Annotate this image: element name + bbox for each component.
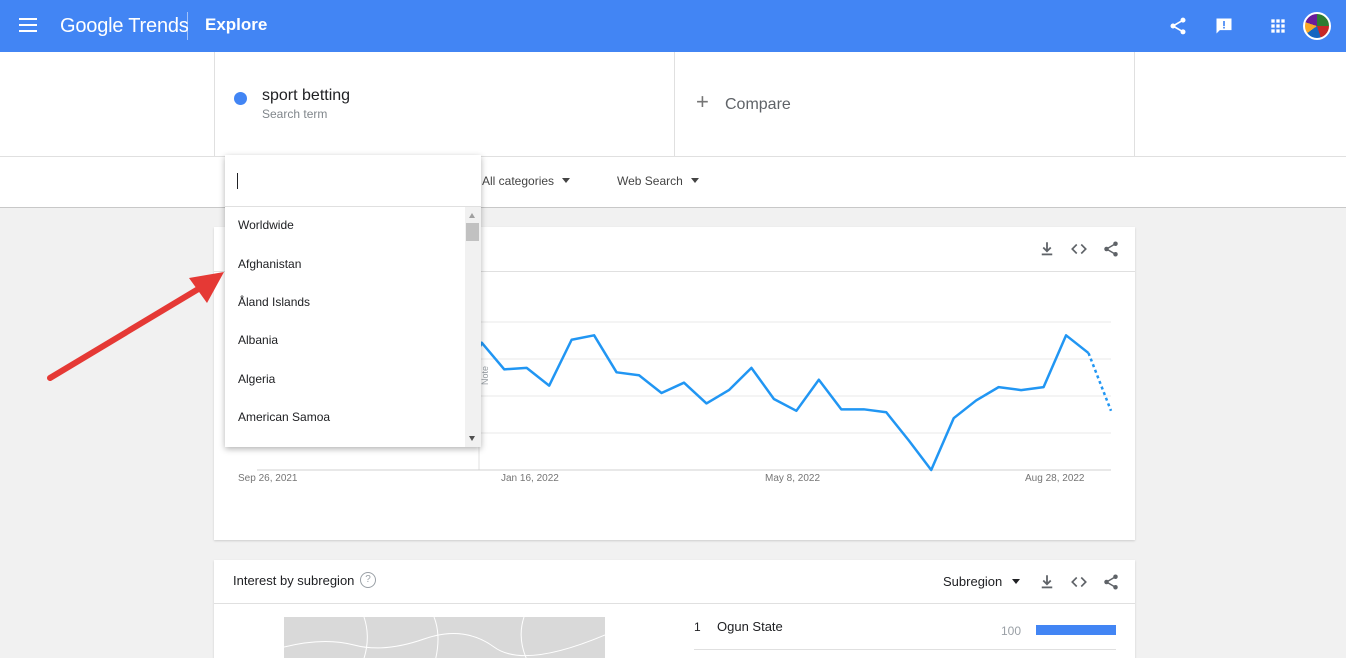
- partial-data-line: [1087, 352, 1113, 412]
- search-term-card[interactable]: sport betting Search term: [214, 52, 675, 156]
- x-tick-label: Jan 16, 2022: [501, 473, 559, 484]
- search-term-name[interactable]: sport betting: [262, 87, 350, 105]
- compare-button[interactable]: + Compare: [675, 52, 1135, 156]
- resolution-select[interactable]: Subregion: [943, 574, 1021, 589]
- caret-down-icon: [562, 178, 571, 183]
- location-options-list: Worldwide Afghanistan Åland Islands Alba…: [225, 207, 465, 447]
- google-trends-logo[interactable]: Google Trends: [60, 15, 189, 38]
- x-tick-label: Sep 26, 2021: [238, 473, 298, 484]
- embed-icon[interactable]: [1070, 573, 1088, 591]
- share-icon[interactable]: [1102, 573, 1120, 591]
- apps-icon[interactable]: [1268, 16, 1288, 36]
- search-terms-bar: sport betting Search term + Compare: [0, 52, 1346, 156]
- location-option[interactable]: Algeria: [238, 369, 458, 389]
- location-option[interactable]: Worldwide: [238, 215, 458, 235]
- table-row[interactable]: 1 Ogun State 100: [694, 617, 1116, 650]
- category-filter-label: All categories: [482, 174, 555, 188]
- search-property-filter[interactable]: Web Search: [617, 174, 699, 188]
- avatar[interactable]: [1303, 12, 1331, 40]
- scrollbar[interactable]: [465, 207, 481, 447]
- resolution-label: Subregion: [943, 574, 1003, 589]
- region-map[interactable]: [284, 617, 605, 658]
- compare-label: Compare: [725, 96, 791, 113]
- share-icon[interactable]: [1102, 240, 1120, 258]
- search-term-sublabel: Search term: [262, 107, 328, 121]
- location-option[interactable]: Afghanistan: [238, 254, 458, 274]
- card-title: Interest by subregion: [233, 573, 355, 588]
- page-title: Explore: [205, 15, 268, 34]
- download-icon[interactable]: [1038, 240, 1056, 258]
- feedback-icon[interactable]: [1214, 16, 1234, 36]
- app-bar: Google Trends Explore: [0, 0, 1346, 52]
- value-bar: [1036, 625, 1116, 635]
- location-option[interactable]: American Samoa: [238, 407, 458, 427]
- scroll-down-icon[interactable]: [469, 436, 475, 441]
- term-color-dot: [234, 92, 247, 105]
- plus-icon: +: [696, 89, 709, 114]
- note-label[interactable]: Note: [480, 366, 490, 385]
- location-dropdown: Worldwide Afghanistan Åland Islands Alba…: [225, 155, 481, 447]
- caret-down-icon: [690, 178, 699, 183]
- help-icon[interactable]: ?: [360, 572, 376, 588]
- text-cursor: [237, 173, 238, 189]
- scrollbar-thumb[interactable]: [466, 223, 479, 241]
- rank-number: 1: [694, 620, 701, 634]
- caret-down-icon: [1012, 579, 1021, 584]
- download-icon[interactable]: [1038, 573, 1056, 591]
- card-header: Interest by subregion ? Subregion: [214, 560, 1135, 604]
- x-tick-label: May 8, 2022: [765, 473, 821, 484]
- location-search-input[interactable]: [225, 155, 481, 207]
- map-shapes: [284, 617, 605, 658]
- menu-icon[interactable]: [19, 18, 37, 32]
- location-option[interactable]: Åland Islands: [238, 292, 458, 312]
- x-tick-label: Aug 28, 2022: [1025, 473, 1085, 484]
- interest-by-subregion-card: Interest by subregion ? Subregion 1 Ogun…: [214, 560, 1135, 658]
- embed-icon[interactable]: [1070, 240, 1088, 258]
- filters-bar: All categories Web Search: [0, 156, 1346, 208]
- region-name: Ogun State: [717, 619, 783, 634]
- category-filter[interactable]: All categories: [482, 174, 571, 188]
- share-icon[interactable]: [1168, 16, 1188, 36]
- location-option[interactable]: Albania: [238, 330, 458, 350]
- search-property-label: Web Search: [617, 174, 683, 188]
- logo-divider: [187, 12, 188, 40]
- scroll-up-icon[interactable]: [469, 213, 475, 218]
- region-value: 100: [1001, 624, 1022, 638]
